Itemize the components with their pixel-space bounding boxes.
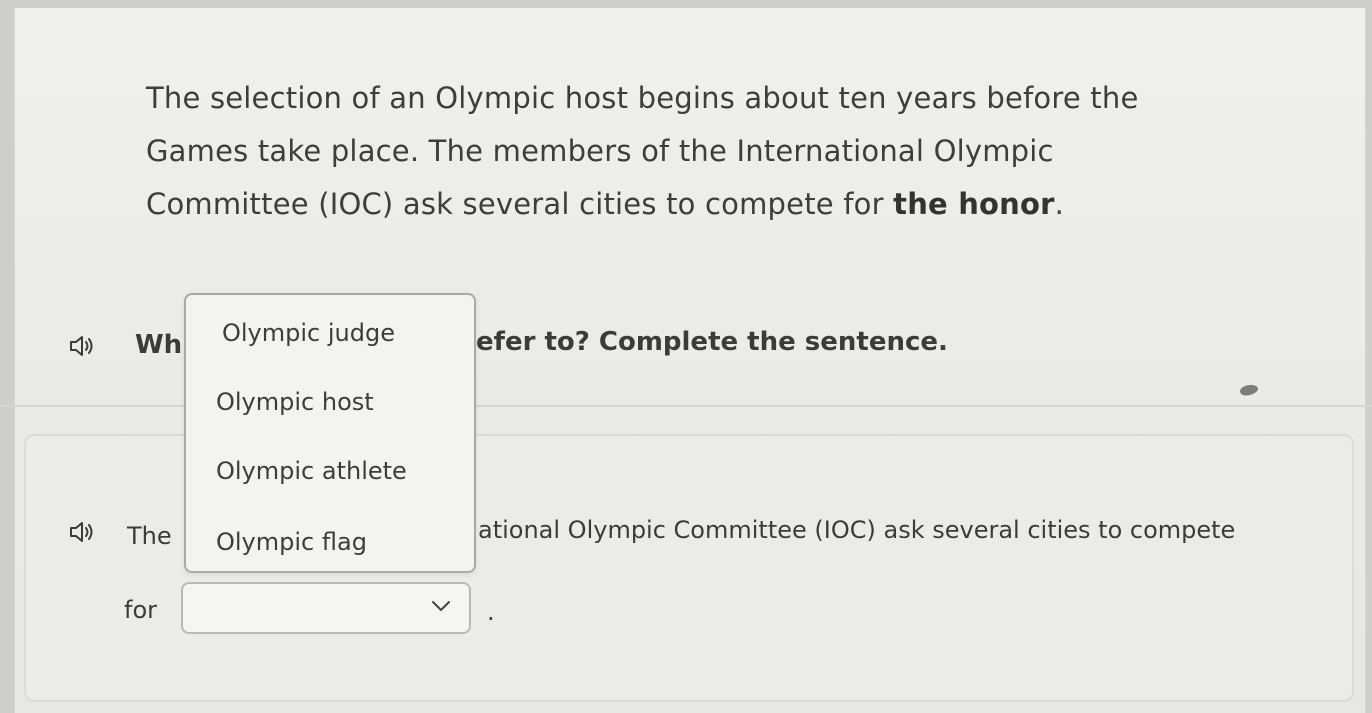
passage-line-2: Games take place. The members of the Int… xyxy=(146,134,1054,168)
sentence-text-start: The xyxy=(127,522,172,550)
passage-line-3-end: . xyxy=(1054,187,1065,221)
highlighted-phrase: the honor xyxy=(893,187,1055,221)
chevron-down-icon xyxy=(432,601,450,611)
sentence-speaker-icon[interactable] xyxy=(68,520,96,544)
option-olympic-flag[interactable]: Olympic flag xyxy=(216,528,367,556)
passage-line-1: The selection of an Olympic host begins … xyxy=(146,81,1139,115)
answer-select[interactable] xyxy=(181,582,471,634)
dropdown-menu: Olympic judge Olympic host Olympic athle… xyxy=(184,293,476,573)
question-text-end: efer to? Complete the sentence. xyxy=(476,327,948,357)
passage-line-3: Committee (IOC) ask several cities to co… xyxy=(146,178,1246,231)
reading-passage: The selection of an Olympic host begins … xyxy=(146,72,1246,231)
option-olympic-athlete[interactable]: Olympic athlete xyxy=(216,457,407,485)
option-olympic-host[interactable]: Olympic host xyxy=(216,388,374,416)
passage-line-3-text: Committee (IOC) ask several cities to co… xyxy=(146,187,894,221)
question-speaker-icon[interactable] xyxy=(68,334,96,358)
sentence-period: . xyxy=(487,598,495,626)
option-olympic-judge[interactable]: Olympic judge xyxy=(222,319,395,347)
sentence-for-word: for xyxy=(124,596,157,624)
sentence-text-end: ational Olympic Committee (IOC) ask seve… xyxy=(478,516,1236,544)
question-text-start: Wh xyxy=(135,330,183,360)
